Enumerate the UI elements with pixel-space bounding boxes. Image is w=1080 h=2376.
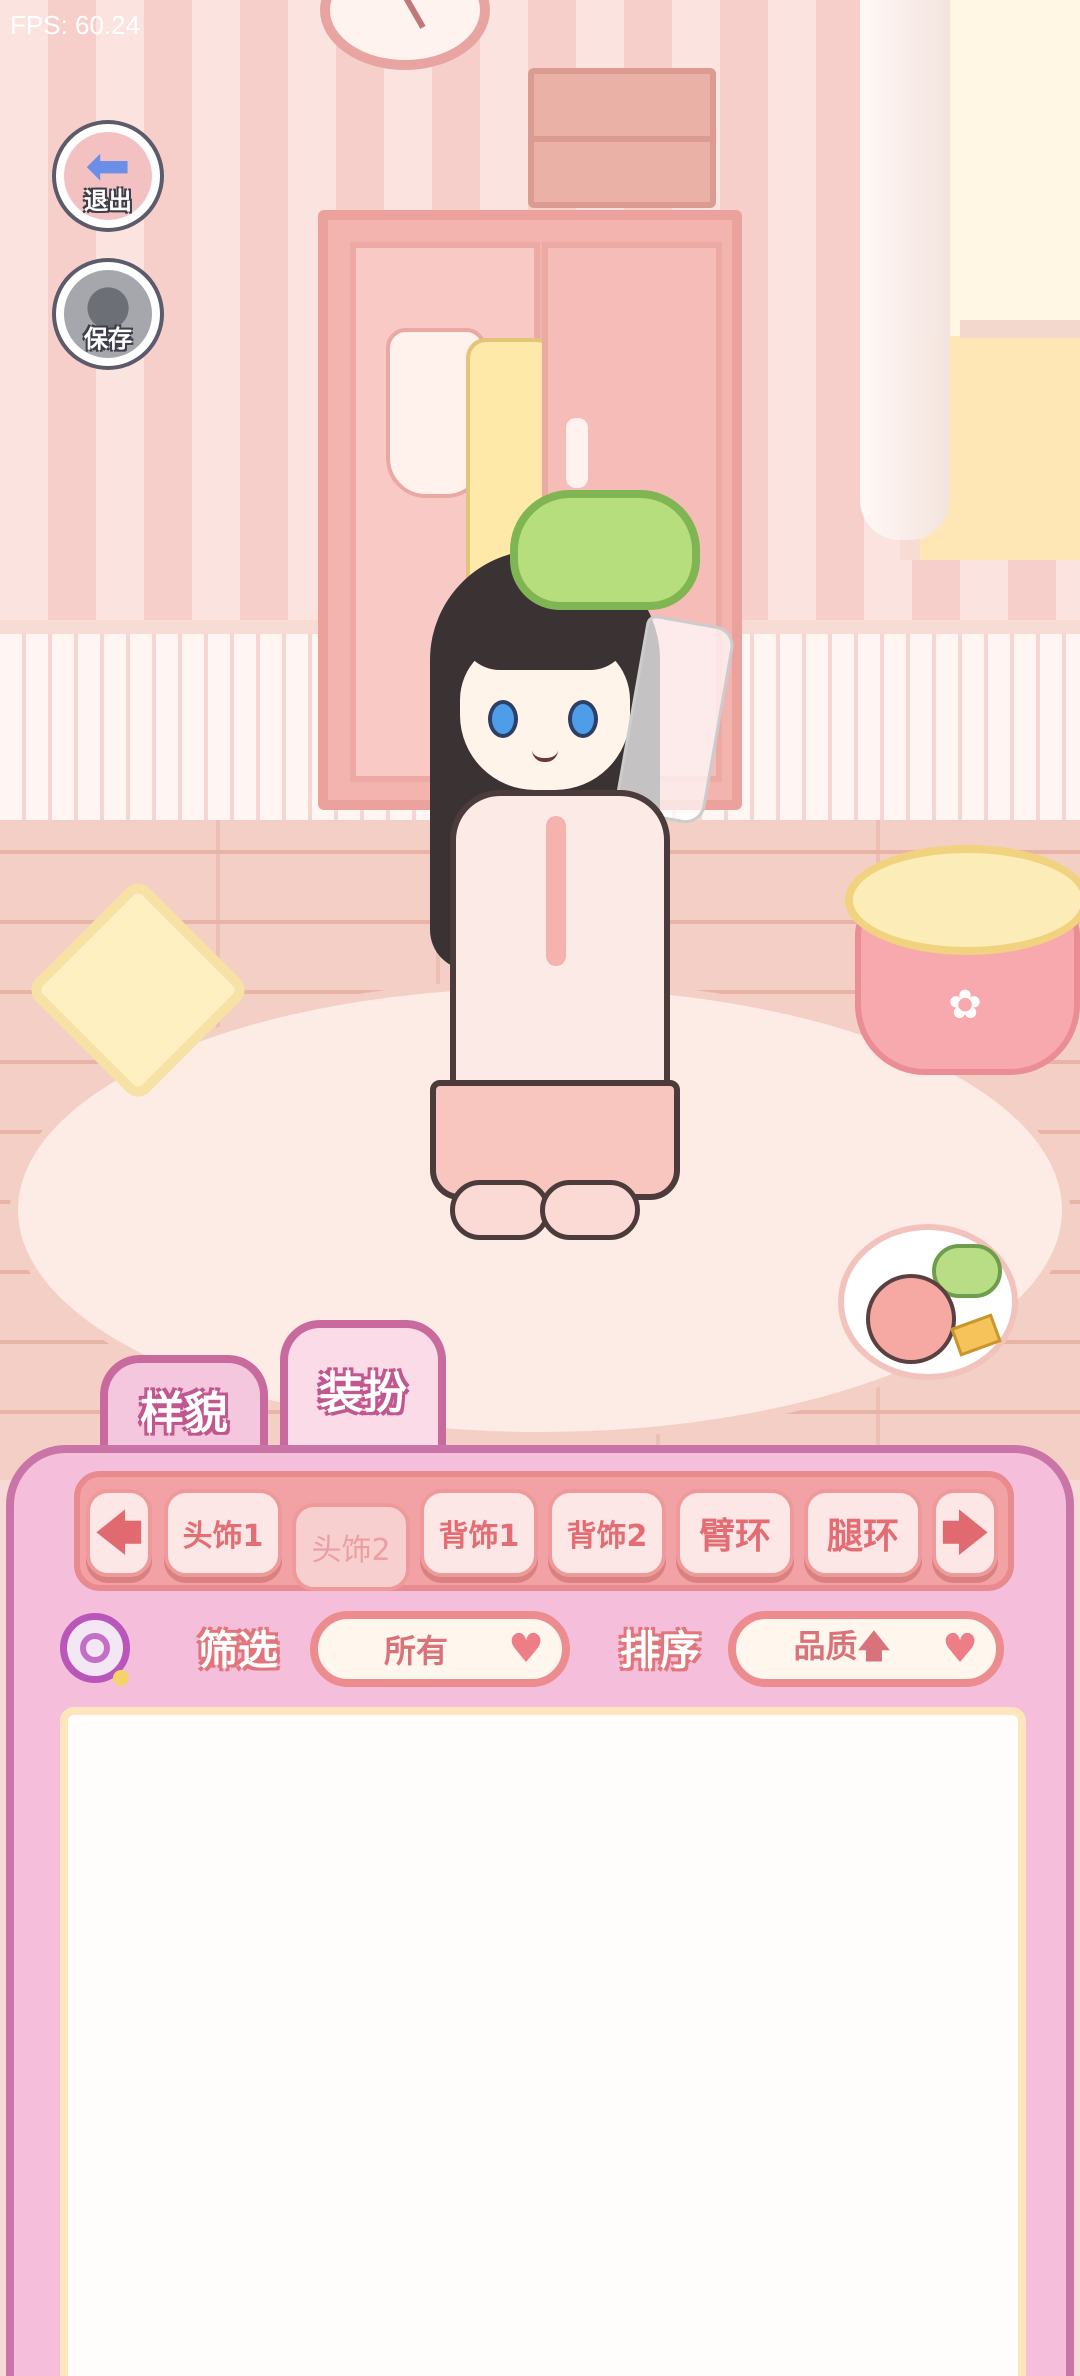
sort-label: 排序: [620, 1628, 700, 1674]
category-armband[interactable]: 臂环: [676, 1489, 794, 1577]
save-label: 保存: [84, 325, 132, 353]
tab-appearance[interactable]: 样貌: [100, 1355, 268, 1455]
category-headwear2[interactable]: 头饰2: [292, 1503, 410, 1591]
filter-dropdown[interactable]: 所有 ♥: [310, 1611, 570, 1687]
category-back1[interactable]: 背饰1: [420, 1489, 538, 1577]
character-shoes: [450, 1180, 650, 1240]
wardrobe-panel: 🡄 头饰1 头饰2 背饰1 背饰2 臂环 腿环 🡆 筛选 所有 ♥ 排序 品质🡅…: [6, 1445, 1074, 2376]
character-headwear: [510, 490, 700, 610]
pouf-stool: ✿: [845, 845, 1080, 1085]
food-avatar-button[interactable]: [838, 1224, 1018, 1380]
category-next-button[interactable]: 🡆: [932, 1489, 998, 1577]
category-bar: 🡄 头饰1 头饰2 背饰1 背饰2 臂环 腿环 🡆: [74, 1471, 1014, 1591]
curtain: [860, 0, 950, 540]
filter-value: 所有: [383, 1632, 448, 1670]
bow-icon: ✿: [948, 982, 982, 1028]
arrow-right-icon: 🡆: [941, 1506, 989, 1560]
dress-up-character[interactable]: [410, 490, 740, 1250]
exit-label: 退出: [84, 187, 132, 215]
arrow-left-icon: 🡄: [95, 1506, 143, 1560]
character-robe: [450, 790, 670, 1100]
tab-dressup[interactable]: 装扮: [280, 1320, 446, 1450]
tab-dressup-label: 装扮: [319, 1368, 407, 1419]
category-prev-button[interactable]: 🡄: [86, 1489, 152, 1577]
character-bangs: [460, 600, 630, 670]
sort-dropdown[interactable]: 品质🡅 ♥: [728, 1611, 1004, 1687]
room-scene: ✿: [0, 0, 1080, 1480]
sort-value: 品质🡅: [793, 1626, 891, 1665]
save-button[interactable]: ● 保存: [56, 262, 160, 366]
item-grid: [60, 1707, 1026, 2376]
arrow-up-icon: 🡅: [857, 1626, 891, 1665]
heart-dropdown-icon: ♥: [942, 1626, 978, 1672]
heart-dropdown-icon: ♥: [508, 1626, 544, 1672]
exit-button[interactable]: ⬅ 退出: [56, 124, 160, 228]
category-back2[interactable]: 背饰2: [548, 1489, 666, 1577]
fps-counter: FPS: 60.24: [10, 10, 141, 40]
storage-boxes: [528, 68, 716, 208]
filter-label: 筛选: [198, 1628, 278, 1674]
category-legband[interactable]: 腿环: [804, 1489, 922, 1577]
search-icon[interactable]: [60, 1613, 130, 1686]
category-headwear1[interactable]: 头饰1: [164, 1489, 282, 1577]
tab-appearance-label: 样貌: [140, 1388, 228, 1439]
